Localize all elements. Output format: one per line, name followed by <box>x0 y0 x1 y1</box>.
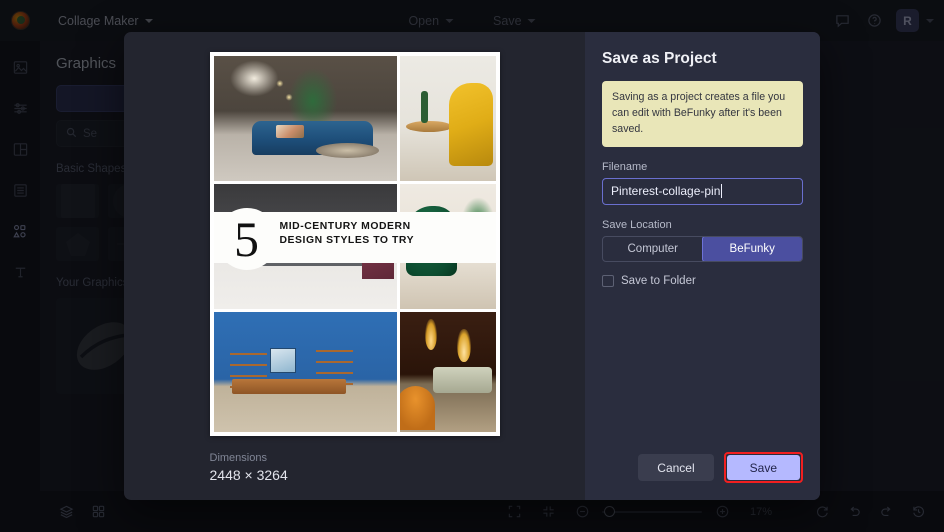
save-to-folder-checkbox[interactable]: Save to Folder <box>602 274 803 287</box>
save-form-pane: Save as Project Saving as a project crea… <box>585 32 820 500</box>
save-location-computer[interactable]: Computer <box>603 237 703 261</box>
collage-cell-dark-room-pendant-lights <box>400 311 496 432</box>
dimensions-value: 2448 × 3264 <box>209 467 288 483</box>
filename-input[interactable]: Pinterest-collage-pin <box>602 177 803 205</box>
collage-headline-line2: Design Styles To Try <box>279 235 415 247</box>
collage-cell-yellow-armchair <box>400 56 496 181</box>
save-to-folder-label: Save to Folder <box>621 274 696 287</box>
save-as-project-dialog: 5 Mid-Century Modern Design Styles To Tr… <box>124 32 820 500</box>
save-button[interactable]: Save <box>726 455 800 480</box>
dialog-actions: Cancel Save <box>602 452 803 483</box>
save-button-highlight: Save <box>723 452 803 483</box>
collage-cell-blue-wall-office <box>213 311 398 432</box>
collage-headline: Mid-Century Modern Design Styles To Try <box>280 220 415 250</box>
text-caret <box>721 184 723 199</box>
cancel-button[interactable]: Cancel <box>638 454 714 481</box>
app-root: Collage Maker Open Save <box>0 0 944 532</box>
save-location-label: Save Location <box>602 218 672 231</box>
dimensions-block: Dimensions 2448 × 3264 <box>210 452 500 483</box>
filename-label: Filename <box>602 160 648 173</box>
filename-value: Pinterest-collage-pin <box>611 184 721 199</box>
checkbox-box <box>602 274 614 287</box>
info-note: Saving as a project creates a file you c… <box>602 81 803 147</box>
collage-grid: 5 Mid-Century Modern Design Styles To Tr… <box>213 56 496 432</box>
collage-badge-number: 5 <box>215 208 278 271</box>
dimensions-label: Dimensions <box>209 452 267 464</box>
collage-headline-line1: Mid-Century Modern <box>279 220 411 232</box>
preview-pane: 5 Mid-Century Modern Design Styles To Tr… <box>124 32 585 500</box>
save-location-toggle: Computer BeFunky <box>602 235 803 262</box>
collage-cell-blue-sofa-living-room <box>213 56 398 181</box>
save-location-befunky[interactable]: BeFunky <box>701 236 802 261</box>
dialog-title: Save as Project <box>602 50 717 67</box>
collage-preview: 5 Mid-Century Modern Design Styles To Tr… <box>209 52 500 436</box>
